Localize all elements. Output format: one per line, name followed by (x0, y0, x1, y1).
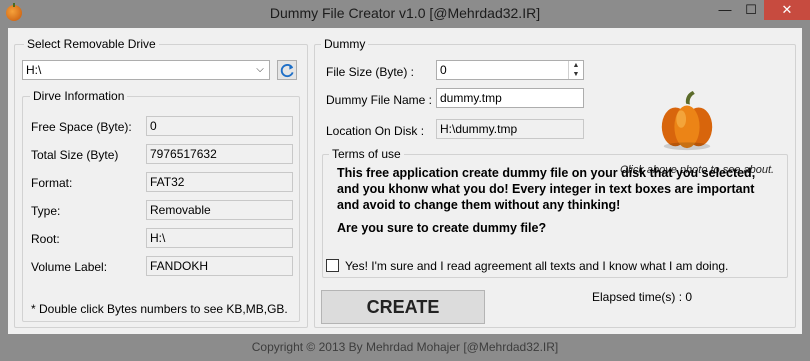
agree-label[interactable]: Yes! I'm sure and I read agreement all t… (345, 259, 728, 273)
create-button[interactable]: CREATE (321, 290, 485, 324)
free-space-label: Free Space (Byte): (31, 120, 132, 134)
volume-label-label: Volume Label: (31, 260, 108, 274)
format-value[interactable]: FAT32 (146, 172, 293, 192)
type-value[interactable]: Removable (146, 200, 293, 220)
location-value[interactable]: H:\dummy.tmp (436, 119, 584, 139)
drive-select-value: H:\ (26, 63, 42, 77)
maximize-button[interactable]: ☐ (738, 0, 764, 20)
info-group-legend: Dirve Information (30, 89, 128, 103)
agree-checkbox[interactable] (326, 259, 339, 272)
pumpkin-about-image[interactable] (656, 90, 718, 152)
file-size-stepper[interactable]: ▲ ▼ (568, 61, 583, 79)
volume-label-value[interactable]: FANDOKH (146, 256, 293, 276)
location-label: Location On Disk : (326, 124, 425, 138)
window-title: Dummy File Creator v1.0 [@Mehrdad32.IR] (269, 5, 541, 21)
minimize-button[interactable]: — (712, 0, 738, 20)
file-name-input[interactable]: dummy.tmp (436, 88, 584, 108)
close-button[interactable]: ✕ (764, 0, 810, 20)
type-label: Type: (31, 204, 61, 218)
refresh-button[interactable] (277, 60, 297, 80)
title-bar: Dummy File Creator v1.0 [@Mehrdad32.IR] … (0, 0, 810, 26)
confirm-question: Are you sure to create dummy file? (337, 221, 547, 235)
drive-select[interactable]: H:\ ⌵ (22, 60, 270, 80)
file-size-input[interactable]: 0 ▲ ▼ (436, 60, 584, 80)
file-size-value: 0 (440, 63, 447, 77)
refresh-icon (280, 63, 294, 78)
total-size-label: Total Size (Byte) (31, 148, 119, 162)
total-size-value[interactable]: 7976517632 (146, 144, 293, 164)
elapsed-time: Elapsed time(s) : 0 (592, 290, 693, 304)
format-label: Format: (31, 176, 73, 190)
file-name-label: Dummy File Name : (326, 93, 433, 107)
bytes-hint: * Double click Bytes numbers to see KB,M… (31, 302, 288, 316)
drive-group-legend: Select Removable Drive (24, 37, 159, 51)
file-size-label: File Size (Byte) : (326, 65, 415, 79)
root-label: Root: (31, 232, 60, 246)
window-client: Select Removable Drive H:\ ⌵ Dirve Infor… (8, 28, 802, 334)
terms-text: This free application create dummy file … (337, 166, 756, 212)
copyright-footer: Copyright © 2013 By Mehrdad Mohajer [@Me… (251, 340, 559, 354)
terms-group-legend: Terms of use (329, 147, 404, 161)
dummy-group-legend: Dummy (321, 37, 369, 51)
free-space-value[interactable]: 0 (146, 116, 293, 136)
chevron-down-icon[interactable]: ⌵ (253, 62, 267, 78)
root-value[interactable]: H:\ (146, 228, 293, 248)
stepper-up-icon[interactable]: ▲ (569, 61, 583, 70)
stepper-down-icon[interactable]: ▼ (569, 70, 583, 79)
